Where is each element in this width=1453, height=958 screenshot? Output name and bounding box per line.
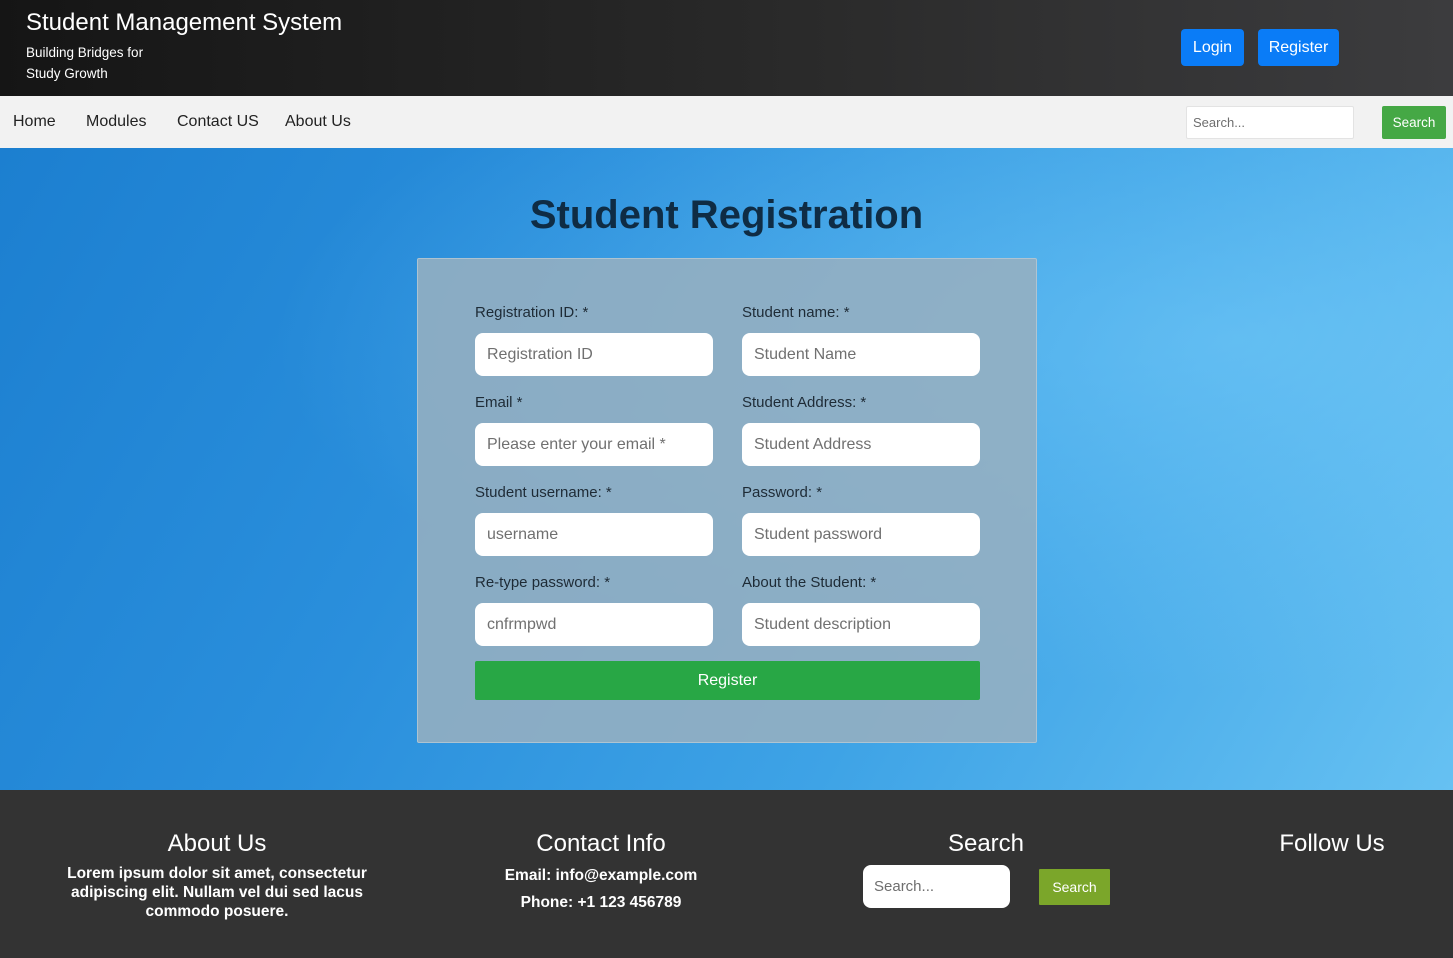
login-button[interactable]: Login [1181, 29, 1244, 66]
main-nav: Home Modules Contact US About Us Search [0, 96, 1453, 148]
footer-contact-heading: Contact Info [536, 830, 666, 857]
footer-search-input[interactable] [863, 865, 1010, 908]
nav-search-button[interactable]: Search [1382, 106, 1446, 139]
about-student-label: About the Student: * [742, 574, 877, 591]
footer-follow-heading: Follow Us [1279, 830, 1385, 857]
username-label: Student username: * [475, 484, 612, 501]
username-input[interactable] [475, 513, 713, 556]
footer-search-heading-wrap: Search [906, 830, 1066, 858]
register-submit-button[interactable]: Register [475, 661, 980, 700]
site-title: Student Management System [26, 9, 343, 36]
footer-follow: Follow Us [1252, 830, 1412, 858]
footer-about: About Us Lorem ipsum dolor sit amet, con… [62, 830, 372, 921]
site-footer: About Us Lorem ipsum dolor sit amet, con… [0, 790, 1453, 958]
site-header: Student Management System Building Bridg… [0, 0, 1453, 96]
nav-item-modules[interactable]: Modules [86, 113, 146, 131]
nav-item-home[interactable]: Home [13, 113, 56, 131]
about-student-input[interactable] [742, 603, 980, 646]
email-label: Email * [475, 394, 523, 411]
registration-id-label: Registration ID: * [475, 304, 589, 321]
password-input[interactable] [742, 513, 980, 556]
nav-search-input[interactable] [1186, 106, 1354, 139]
student-address-input[interactable] [742, 423, 980, 466]
registration-id-input[interactable] [475, 333, 713, 376]
retype-password-input[interactable] [475, 603, 713, 646]
footer-contact-email: Email: info@example.com [504, 867, 698, 884]
password-label: Password: * [742, 484, 823, 501]
site-tagline: Building Bridges for Study Growth [26, 45, 144, 81]
student-address-label: Student Address: * [742, 394, 867, 411]
footer-search-button[interactable]: Search [1039, 869, 1110, 905]
header-register-button[interactable]: Register [1258, 29, 1339, 66]
footer-about-text: Lorem ipsum dolor sit amet, consectetur … [67, 865, 367, 920]
student-name-label: Student name: * [742, 304, 850, 321]
page-title: Student Registration [529, 193, 924, 237]
student-name-input[interactable] [742, 333, 980, 376]
footer-contact-phone: Phone: +1 123 456789 [520, 894, 682, 911]
footer-about-heading: About Us [167, 830, 267, 857]
retype-password-label: Re-type password: * [475, 574, 611, 591]
footer-search-heading: Search [947, 830, 1025, 857]
nav-item-about-us[interactable]: About Us [285, 113, 351, 131]
email-input[interactable] [475, 423, 713, 466]
registration-section: Student Registration Registration ID: * … [0, 148, 1453, 790]
nav-item-contact-us[interactable]: Contact US [177, 113, 259, 131]
registration-form: Registration ID: * Student name: * Email… [417, 258, 1037, 743]
footer-contact: Contact Info Email: info@example.com Pho… [471, 830, 731, 916]
